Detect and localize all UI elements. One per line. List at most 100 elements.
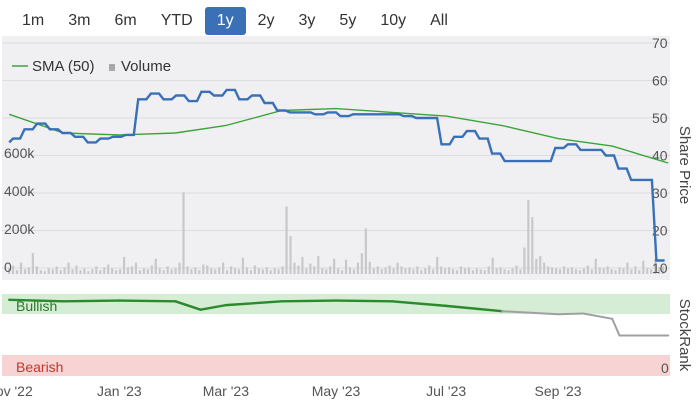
volume-bar <box>360 253 363 274</box>
price-tick-30: 30 <box>652 185 668 201</box>
volume-bar <box>146 269 149 274</box>
volume-bar <box>432 269 435 274</box>
stockrank-segment <box>118 299 177 303</box>
legend-volume-label[interactable]: Volume <box>121 58 171 75</box>
volume-bar <box>19 262 23 274</box>
volume-bar <box>301 256 304 274</box>
volume-bar <box>35 266 38 274</box>
volume-bar <box>519 269 522 274</box>
volume-bar <box>562 266 566 274</box>
volume-bar <box>543 262 546 274</box>
volume-bar <box>15 270 19 274</box>
volume-bar <box>285 206 288 274</box>
volume-bar <box>344 259 348 274</box>
volume-bar <box>43 271 46 274</box>
volume-bar <box>166 266 169 274</box>
volume-bar <box>384 267 387 274</box>
volume-bar <box>400 266 403 274</box>
volume-bar <box>396 262 399 274</box>
volume-bar <box>111 268 114 274</box>
volume-bar <box>317 255 320 274</box>
volume-bar <box>523 247 526 274</box>
volume-bar <box>539 255 542 274</box>
volume-bar <box>535 258 538 274</box>
volume-bar <box>158 268 161 274</box>
price-axis-title: Share Price <box>676 126 693 204</box>
volume-bar <box>321 268 324 274</box>
stockrank-segment <box>8 298 65 303</box>
volume-bar <box>281 266 284 274</box>
volume-bar <box>51 269 54 274</box>
volume-bar <box>582 268 585 274</box>
stockrank-segment <box>611 317 621 337</box>
volume-bar <box>206 265 209 274</box>
volume-bar <box>182 192 185 274</box>
volume-bar <box>590 269 593 274</box>
volume-bar <box>495 268 498 274</box>
volume-bar <box>325 269 328 274</box>
volume-bar <box>210 268 213 274</box>
legend: SMA (50) Volume <box>12 58 171 75</box>
volume-bar <box>558 269 562 274</box>
volume-bar <box>170 269 173 274</box>
volume-bar <box>547 266 550 274</box>
volume-bar <box>313 266 316 274</box>
volume-bar <box>333 258 336 274</box>
volume-bar <box>91 269 94 274</box>
stockrank-segment <box>582 312 614 320</box>
legend-volume-swatch <box>109 64 115 71</box>
volume-bar <box>194 267 197 274</box>
volume-bar <box>202 264 205 274</box>
volume-bar <box>190 269 193 274</box>
volume-bar <box>337 268 340 274</box>
volume-bar <box>479 269 482 274</box>
volume-bar <box>305 268 308 274</box>
volume-bar <box>214 269 217 274</box>
price-tick-70: 70 <box>652 35 668 51</box>
x-label-0: Nov '22 <box>0 383 33 399</box>
volume-bar <box>47 268 50 274</box>
volume-bar <box>368 261 371 274</box>
volume-bar <box>265 267 268 274</box>
volume-bar <box>499 267 502 274</box>
volume-bar <box>392 268 395 274</box>
volume-bar <box>376 266 379 274</box>
volume-bar <box>178 262 181 274</box>
volume-bar <box>198 270 201 274</box>
volume-bar <box>594 258 597 274</box>
volume-bar <box>372 268 375 274</box>
volume-bar <box>297 265 300 274</box>
volume-tick-200k: 200k <box>4 221 35 237</box>
volume-bar <box>142 268 145 274</box>
volume-bar <box>59 270 62 274</box>
volume-bar <box>451 269 455 274</box>
volume-bar <box>257 268 260 274</box>
x-label-5: Sep '23 <box>535 383 582 399</box>
volume-bar <box>420 270 423 274</box>
volume-bar <box>416 266 419 274</box>
volume-bar <box>154 258 157 274</box>
volume-bar <box>610 269 613 274</box>
volume-bar <box>578 270 581 274</box>
volume-bar <box>55 266 58 274</box>
volume-bar <box>162 270 165 274</box>
volume-bar <box>218 267 221 274</box>
stockrank-segment <box>280 299 338 303</box>
volume-bar <box>115 270 118 274</box>
volume-tick-400k: 400k <box>4 183 35 199</box>
volume-bar <box>329 266 332 274</box>
volume-tick-0: 0 <box>4 259 12 275</box>
volume-bar <box>277 269 280 274</box>
x-label-3: May '23 <box>312 383 361 399</box>
volume-bar <box>269 270 272 274</box>
volume-bar <box>566 268 570 274</box>
bearish-band <box>2 355 670 376</box>
volume-bar <box>551 267 554 274</box>
volume-bar <box>222 262 225 274</box>
volume-bar <box>130 266 134 274</box>
volume-bar <box>483 270 486 274</box>
legend-sma-label[interactable]: SMA (50) <box>32 58 95 75</box>
volume-bar <box>455 270 459 274</box>
volume-bar <box>63 267 66 274</box>
volume-bar <box>598 267 601 274</box>
